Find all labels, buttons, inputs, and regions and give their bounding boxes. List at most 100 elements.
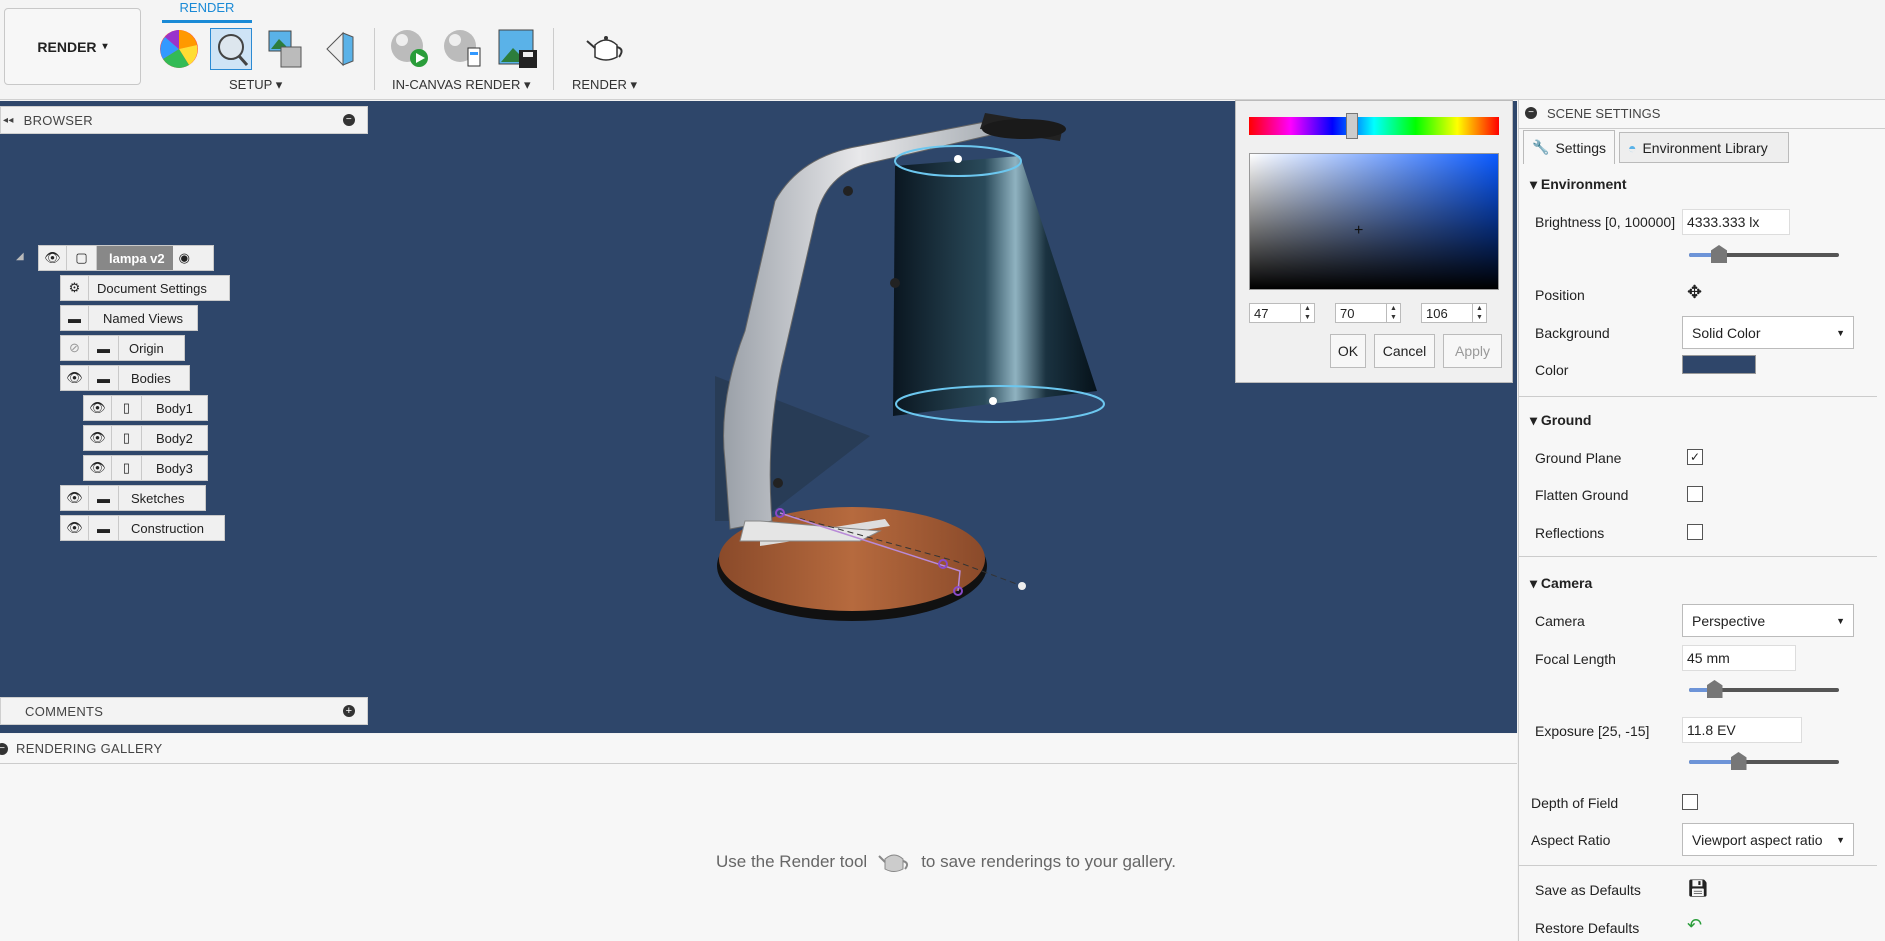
browser-node-construction[interactable]: 👁 ▬ Construction <box>60 515 225 541</box>
eye-icon[interactable]: 👁 <box>61 366 89 390</box>
rendering-gallery-header[interactable]: − RENDERING GALLERY <box>0 734 1517 764</box>
tab-render[interactable]: RENDER <box>162 0 252 15</box>
save-defaults-label: Save as Defaults <box>1535 882 1641 898</box>
environment-section[interactable]: ▾ Environment <box>1530 176 1627 193</box>
color-picker-dialog: + 47 ▲ ▼ 70 ▲ ▼ 106 ▲ ▼ OK Cancel Apply <box>1235 100 1513 383</box>
divider <box>1519 556 1877 557</box>
slider-thumb[interactable] <box>1730 752 1747 770</box>
apply-button[interactable]: Apply <box>1443 334 1502 368</box>
restore-defaults-label: Restore Defaults <box>1535 920 1640 936</box>
browser-node-body2[interactable]: 👁 ▯ Body2 <box>83 425 208 451</box>
component-icon: ▢ <box>67 246 97 270</box>
collapse-triangle-icon[interactable]: ◢ <box>16 251 24 262</box>
capture-image-button[interactable] <box>497 28 539 70</box>
in-canvas-render-button[interactable] <box>389 28 431 70</box>
spinner-arrows-icon[interactable]: ▲ ▼ <box>1386 304 1400 322</box>
exposure-input[interactable]: 11.8 EV <box>1682 717 1802 743</box>
depth-of-field-checkbox[interactable] <box>1682 794 1698 810</box>
rendering-gallery: − RENDERING GALLERY Use the Render tool … <box>0 734 1517 941</box>
eye-icon[interactable]: 👁 <box>61 516 89 540</box>
hue-slider[interactable] <box>1249 113 1499 139</box>
browser-node-bodies[interactable]: 👁 ▬ Bodies <box>60 365 190 391</box>
undo-arrow-icon[interactable]: ↶ <box>1687 915 1702 936</box>
focal-length-slider[interactable] <box>1689 680 1839 698</box>
in-canvas-render-group[interactable]: IN-CANVAS RENDER ▾ <box>392 77 530 93</box>
root-label: lampa v2 <box>97 246 173 270</box>
magnifier-scene-icon <box>218 34 249 66</box>
comments-header[interactable]: COMMENTS + <box>0 697 368 725</box>
node-label: Body3 <box>156 460 193 476</box>
browser-node-document-settings[interactable]: ⚙ Document Settings <box>60 275 230 301</box>
select-value: Viewport aspect ratio <box>1692 831 1823 848</box>
workspace-switcher[interactable]: RENDER ▾ <box>4 8 141 85</box>
node-label: Document Settings <box>97 280 207 296</box>
tab-environment-library[interactable]: ◓ Environment Library <box>1619 132 1789 163</box>
eye-icon[interactable]: 👁 <box>39 246 67 270</box>
scene-settings-button[interactable] <box>210 28 252 70</box>
eye-hidden-icon[interactable]: ⊘ <box>61 336 89 360</box>
red-value-input[interactable]: 47 ▲ ▼ <box>1249 303 1315 323</box>
setup-group[interactable]: SETUP ▾ <box>229 77 282 93</box>
eye-icon[interactable]: 👁 <box>61 486 89 510</box>
reflections-checkbox[interactable] <box>1687 524 1703 540</box>
focal-length-input[interactable]: 45 mm <box>1682 645 1796 671</box>
green-value-input[interactable]: 70 ▲ ▼ <box>1335 303 1401 323</box>
ground-plane-checkbox[interactable]: ✓ <box>1687 449 1703 465</box>
activate-radio-icon[interactable]: ◉ <box>179 250 190 266</box>
cancel-button[interactable]: Cancel <box>1374 334 1435 368</box>
render-button[interactable] <box>585 28 627 70</box>
body-icon: ▯ <box>112 396 142 420</box>
browser-node-body3[interactable]: 👁 ▯ Body3 <box>83 455 208 481</box>
tab-settings[interactable]: 🔧 Settings <box>1523 130 1615 164</box>
camera-section[interactable]: ▾ Camera <box>1530 575 1592 592</box>
add-comment-icon[interactable]: + <box>343 705 355 717</box>
move-position-icon[interactable]: ✥ <box>1687 282 1702 303</box>
brightness-input[interactable]: 4333.333 lx <box>1682 209 1790 235</box>
eye-icon[interactable]: 👁 <box>84 456 112 480</box>
browser-node-origin[interactable]: ⊘ ▬ Origin <box>60 335 185 361</box>
browser-node-named-views[interactable]: ▬ Named Views <box>60 305 198 331</box>
color-swatch[interactable] <box>1682 355 1756 374</box>
depth-of-field-label: Depth of Field <box>1531 795 1619 811</box>
aspect-ratio-select[interactable]: Viewport aspect ratio ▼ <box>1682 823 1854 856</box>
slider-thumb[interactable] <box>1706 680 1723 698</box>
collapse-left-icon[interactable]: ◂◂ <box>3 115 14 126</box>
eye-icon[interactable]: 👁 <box>84 396 112 420</box>
appearance-button[interactable] <box>158 28 200 70</box>
red-value: 47 <box>1254 305 1269 321</box>
tab-label: Settings <box>1555 139 1607 156</box>
ground-section[interactable]: ▾ Ground <box>1530 412 1591 429</box>
save-floppy-icon[interactable]: 💾︎ <box>1687 879 1709 899</box>
exposure-label: Exposure [25, -15] <box>1535 723 1650 739</box>
minimize-icon[interactable]: − <box>343 114 355 126</box>
slider-thumb[interactable] <box>1711 245 1727 263</box>
spinner-arrows-icon[interactable]: ▲ ▼ <box>1300 304 1314 322</box>
ok-button[interactable]: OK <box>1330 334 1366 368</box>
browser-header[interactable]: ◂◂ BROWSER − <box>0 106 368 134</box>
body-icon: ▯ <box>112 426 142 450</box>
camera-select[interactable]: Perspective ▼ <box>1682 604 1854 637</box>
render-group[interactable]: RENDER ▾ <box>572 77 637 93</box>
spinner-arrows-icon[interactable]: ▲ ▼ <box>1472 304 1486 322</box>
browser-root-node[interactable]: 👁 ▢ lampa v2 ◉ <box>38 245 214 271</box>
hue-slider-thumb[interactable] <box>1345 113 1358 139</box>
texture-map-button[interactable] <box>318 28 360 70</box>
chevron-down-icon: ▾ <box>102 41 108 52</box>
saturation-value-area[interactable]: + <box>1249 153 1499 290</box>
blue-value: 106 <box>1426 305 1448 321</box>
collapse-icon[interactable]: − <box>1525 107 1537 119</box>
folder-icon: ▬ <box>89 486 119 510</box>
brightness-slider[interactable] <box>1689 245 1839 263</box>
eye-icon[interactable]: 👁 <box>84 426 112 450</box>
exposure-slider[interactable] <box>1689 752 1839 770</box>
color-label: Color <box>1535 362 1569 378</box>
decal-button[interactable] <box>262 28 304 70</box>
scene-settings-header[interactable]: − SCENE SETTINGS <box>1519 100 1885 126</box>
blue-value-input[interactable]: 106 ▲ ▼ <box>1421 303 1487 323</box>
browser-node-body1[interactable]: 👁 ▯ Body1 <box>83 395 208 421</box>
flatten-ground-checkbox[interactable] <box>1687 486 1703 502</box>
in-canvas-settings-button[interactable] <box>442 28 484 70</box>
collapse-icon[interactable]: − <box>0 742 8 755</box>
browser-node-sketches[interactable]: 👁 ▬ Sketches <box>60 485 206 511</box>
background-select[interactable]: Solid Color ▼ <box>1682 316 1854 349</box>
